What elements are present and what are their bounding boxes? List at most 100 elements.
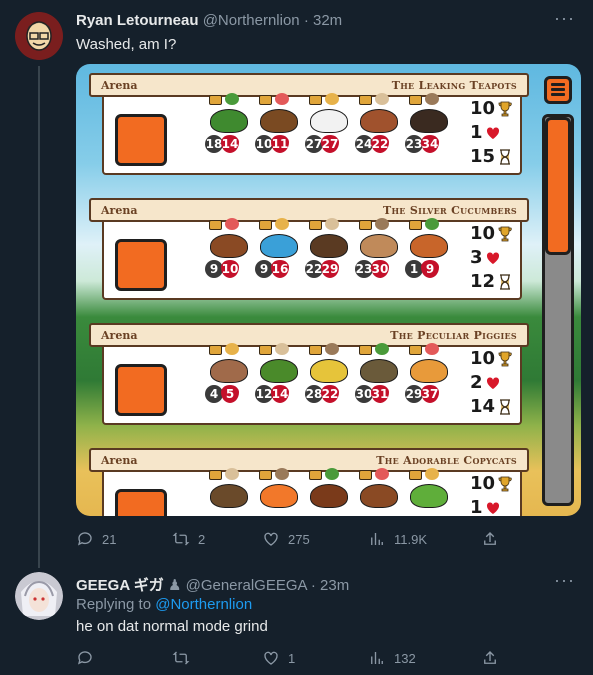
pet-icon xyxy=(210,234,248,258)
team-name: The Peculiar Piggies xyxy=(390,329,517,342)
level-icon xyxy=(359,95,372,105)
heart-icon xyxy=(486,502,499,514)
more-icon[interactable]: ··· xyxy=(554,8,575,29)
health-value: 16 xyxy=(271,260,289,278)
trophy-icon xyxy=(498,351,512,367)
pet-stats: 2330 xyxy=(355,260,389,278)
team-portrait xyxy=(115,364,167,416)
level-icon xyxy=(209,470,222,480)
turn-row: 15 xyxy=(470,145,520,169)
heart-icon xyxy=(486,377,499,389)
retweet-button[interactable]: 2 xyxy=(172,530,205,548)
team-portrait xyxy=(115,489,167,516)
reply-button[interactable] xyxy=(76,649,102,667)
tweet-northernlion[interactable]: Ryan Letourneau @Northernlion · 32m ··· … xyxy=(0,0,593,560)
level-icon xyxy=(359,345,372,355)
lives-value: 2 xyxy=(470,372,483,393)
pet-icon xyxy=(210,109,248,133)
wins-value: 10 xyxy=(470,473,496,494)
avatar[interactable] xyxy=(15,12,63,60)
display-name[interactable]: Ryan Letourneau xyxy=(76,12,199,29)
level-icon xyxy=(409,470,422,480)
tweet-media-image[interactable]: Arena The Leaking Teapots 1814 1011 2727 2422… xyxy=(76,64,581,516)
heart-icon xyxy=(486,127,499,139)
handle[interactable]: @GeneralGEEGA xyxy=(186,577,307,594)
team-name: The Leaking Teapots xyxy=(391,79,517,92)
replying-to-link[interactable]: @Northernlion xyxy=(155,596,252,613)
share-icon xyxy=(484,532,496,545)
level-icon xyxy=(259,95,272,105)
views-button[interactable]: 11.9K xyxy=(368,530,427,548)
pet-stats: 2937 xyxy=(405,385,439,403)
more-icon[interactable]: ··· xyxy=(554,570,575,591)
wins-row: 10 xyxy=(470,97,520,121)
views-count: 132 xyxy=(394,650,416,666)
level-icon xyxy=(259,470,272,480)
avatar[interactable] xyxy=(15,572,63,620)
held-item-icon xyxy=(275,468,289,480)
held-item-icon xyxy=(225,218,239,230)
health-value: 34 xyxy=(421,135,439,153)
held-item-icon xyxy=(325,218,339,230)
level-icon xyxy=(409,95,422,105)
pet-icon xyxy=(410,484,448,508)
pet-stats: 1011 xyxy=(255,135,289,153)
badge-icon: ♟ xyxy=(167,577,182,594)
level-icon xyxy=(359,220,372,230)
health-value: 5 xyxy=(221,385,239,403)
level-icon xyxy=(309,95,322,105)
views-count: 11.9K xyxy=(394,531,428,547)
held-item-icon xyxy=(375,93,389,105)
held-item-icon xyxy=(375,343,389,355)
pet-icon xyxy=(360,109,398,133)
health-value: 31 xyxy=(371,385,389,403)
timestamp[interactable]: · 32m xyxy=(304,12,342,29)
handle[interactable]: @Northernlion xyxy=(203,12,300,29)
health-value: 37 xyxy=(421,385,439,403)
held-item-icon xyxy=(325,93,339,105)
hourglass-icon xyxy=(500,149,511,165)
like-button[interactable]: 1 xyxy=(262,649,295,667)
held-item-icon xyxy=(225,93,239,105)
timestamp[interactable]: · 23m xyxy=(311,577,349,594)
tweet-actions: 1 132 xyxy=(76,649,506,671)
share-button[interactable] xyxy=(481,649,499,667)
pet-icon xyxy=(260,234,298,258)
hourglass-icon xyxy=(500,274,511,290)
turn-row: 14 xyxy=(470,395,520,419)
trophy-icon xyxy=(498,226,512,242)
retweet-icon xyxy=(172,651,190,665)
lives-row: 3 xyxy=(470,246,520,270)
team-card: Arena The Silver Cucumbers 9 10 9 16 2229 2330 1… xyxy=(89,198,529,304)
retweet-button[interactable] xyxy=(172,649,198,667)
share-button[interactable] xyxy=(481,530,499,548)
team-portrait xyxy=(115,114,167,166)
like-button[interactable]: 275 xyxy=(262,530,310,548)
health-value: 30 xyxy=(371,260,389,278)
views-button[interactable]: 132 xyxy=(368,649,416,667)
team-banner: Arena The Silver Cucumbers xyxy=(89,198,529,222)
level-icon xyxy=(259,345,272,355)
team-card: Arena The Peculiar Piggies 4 5 1214 2822 3031 2… xyxy=(89,323,529,429)
turn-value: 12 xyxy=(470,271,496,292)
reply-button[interactable]: 21 xyxy=(76,530,116,548)
pet-icon xyxy=(360,359,398,383)
retweet-icon xyxy=(172,532,190,546)
arena-label: Arena xyxy=(101,204,138,217)
tweet-geega[interactable]: GEEGA ギガ ♟ @GeneralGEEGA · 23m ··· Reply… xyxy=(0,560,593,675)
views-icon xyxy=(371,533,383,545)
wins-value: 10 xyxy=(470,98,496,119)
lives-value: 3 xyxy=(470,247,483,268)
team-results: 10 1 15 xyxy=(470,97,520,169)
pet-icon xyxy=(310,359,348,383)
level-icon xyxy=(409,345,422,355)
trophy-icon xyxy=(498,101,512,117)
like-count: 1 xyxy=(288,650,296,666)
level-icon xyxy=(309,345,322,355)
level-icon xyxy=(209,220,222,230)
menu-icon xyxy=(544,76,572,104)
team-results: 10 2 14 xyxy=(470,347,520,419)
display-name[interactable]: GEEGA ギガ xyxy=(76,577,164,594)
held-item-icon xyxy=(275,218,289,230)
health-value: 10 xyxy=(221,260,239,278)
